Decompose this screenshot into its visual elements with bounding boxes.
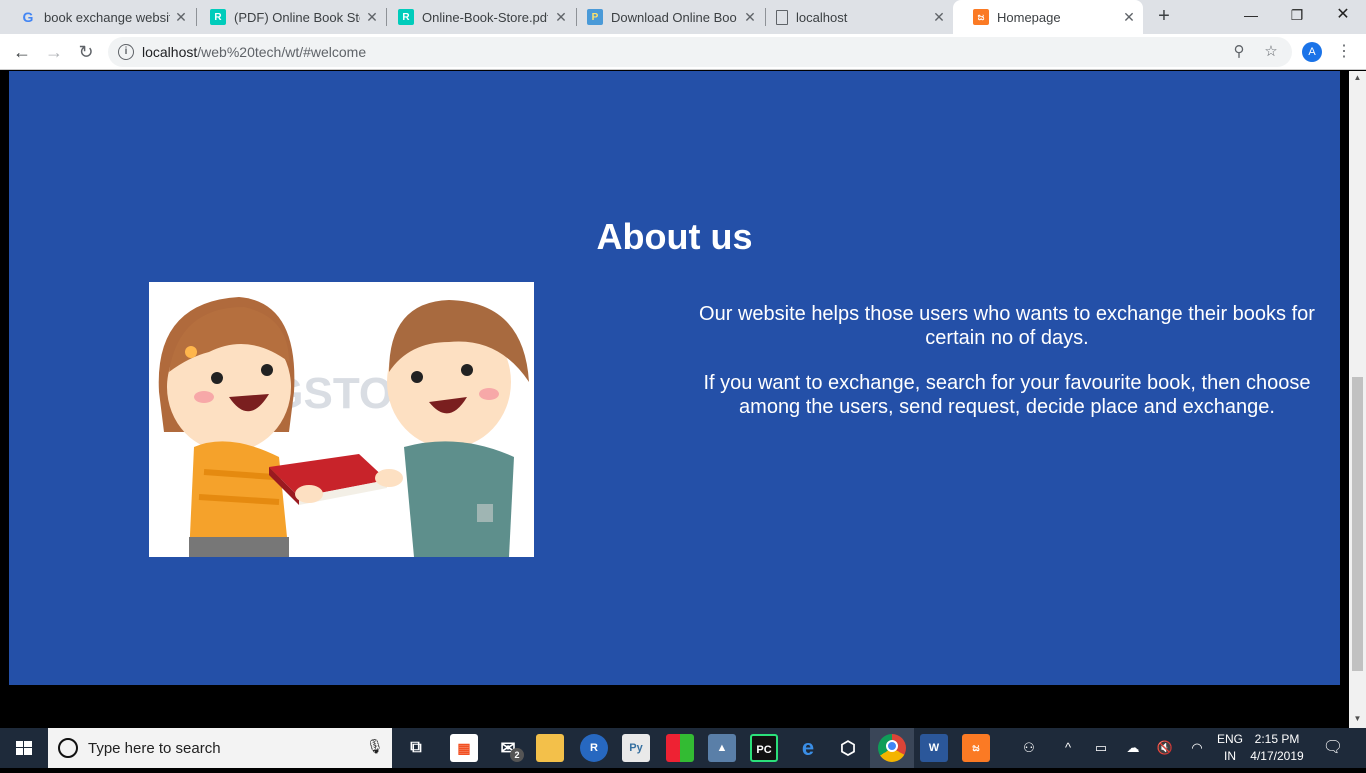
close-tab-icon[interactable]: ✕ [931,9,947,25]
new-tab-button[interactable]: + [1152,5,1176,29]
language-code: ENG [1216,732,1243,746]
bookmark-star-icon[interactable]: ☆ [1260,41,1282,63]
page-icon [776,9,788,25]
xampp-icon: ಜ [973,9,989,25]
clock-date: 4/17/2019 [1250,749,1304,763]
onedrive-icon[interactable]: ☁ [1122,728,1144,768]
region-code: IN [1224,749,1236,763]
task-view-icon[interactable]: ⧉ [402,734,430,762]
tab-title: (PDF) Online Book Store [234,9,360,25]
tiles-app-icon[interactable] [666,734,694,762]
projects-icon: P [587,9,603,25]
page-viewport: About us BIGSTOCK Our website helps thos… [0,71,1366,728]
taskbar-search-box[interactable]: Type here to search 🎙 [48,728,392,768]
wifi-icon[interactable]: ◠ [1186,728,1208,768]
people-icon[interactable]: ⚇ [1018,728,1040,768]
page-scrollbar[interactable]: ▲ ▼ [1349,71,1366,728]
researchgate-icon: R [398,9,414,25]
restore-button[interactable]: ❐ [1274,0,1320,30]
scroll-down-arrow-icon[interactable]: ▼ [1349,712,1366,726]
pycharm-icon[interactable]: PC [750,734,778,762]
address-bar[interactable]: i localhost/web%20tech/wt/#welcome ⚲ ☆ [108,37,1292,67]
about-paragraph-2: If you want to exchange, search for your… [703,372,1311,418]
photos-app-icon[interactable]: ▲ [708,734,736,762]
mail-icon[interactable]: ✉ 2 [494,734,524,762]
tab-book-exchange[interactable]: G book exchange website ✕ [0,0,195,34]
volume-muted-icon[interactable]: 🔇 [1154,728,1176,768]
tab-title: localhost [796,9,848,25]
chrome-menu-icon[interactable]: ⋮ [1334,40,1354,64]
tab-homepage[interactable]: ಜ Homepage ✕ [953,0,1143,34]
windows-taskbar: Type here to search 🎙 ⧉ ▦ ✉ 2 R Py ▲ PC e… [0,728,1366,768]
mail-badge: 2 [510,748,524,762]
scroll-up-arrow-icon[interactable]: ▲ [1349,71,1366,85]
browser-tab-strip: G book exchange website ✕ R (PDF) Online… [0,0,1366,34]
info-icon[interactable]: i [118,44,134,60]
close-window-button[interactable]: ✕ [1320,0,1366,30]
search-placeholder: Type here to search [88,740,221,757]
tab-pdf-online-book-store[interactable]: R (PDF) Online Book Store ✕ [190,0,386,34]
xampp-icon[interactable]: ಜ [962,734,990,762]
start-button[interactable] [0,728,48,768]
about-section: About us BIGSTOCK Our website helps thos… [9,71,1340,685]
back-button[interactable]: ← [8,38,36,66]
close-tab-icon[interactable]: ✕ [173,9,189,25]
battery-icon[interactable]: ▭ [1090,728,1112,768]
action-center-icon[interactable]: 🗨 [1320,728,1346,768]
scrollbar-thumb[interactable] [1352,377,1363,671]
tab-title: Download Online Book [611,9,737,25]
cortana-icon [58,738,78,758]
researchgate-icon: R [210,9,226,25]
profile-avatar[interactable]: A [1302,42,1322,62]
clock-time: 2:15 PM [1254,732,1300,746]
tab-localhost[interactable]: localhost ✕ [756,0,953,34]
zoom-icon[interactable]: ⚲ [1228,41,1250,63]
url-text: localhost/web%20tech/wt/#welcome [142,44,367,60]
tab-online-book-store-pdf[interactable]: R Online-Book-Store.pdf ✕ [378,0,575,34]
about-title: About us [596,216,753,257]
reload-button[interactable]: ↻ [72,38,100,66]
tab-download-online-book[interactable]: P Download Online Book ✕ [567,0,764,34]
word-icon[interactable]: W [920,734,948,762]
language-indicator[interactable]: ENG IN [1212,731,1248,765]
show-hidden-icons-icon[interactable]: ^ [1058,728,1078,768]
chrome-icon[interactable] [878,734,906,762]
forward-button[interactable]: → [40,38,68,66]
browser-toolbar: ← → ↻ i localhost/web%20tech/wt/#welcome… [0,34,1366,70]
windows-logo-icon [16,741,32,755]
google-icon: G [22,9,34,25]
python-file-icon[interactable]: Py [622,734,650,762]
book-exchange-illustration: BIGSTOCK [149,282,534,557]
about-paragraph-1: Our website helps those users who wants … [699,303,1315,349]
file-explorer-icon[interactable] [536,734,564,762]
minimize-button[interactable]: — [1228,0,1274,30]
r-language-icon[interactable]: R [580,734,608,762]
about-description: Our website helps those users who wants … [674,302,1340,440]
store-icon[interactable]: ▦ [450,734,478,762]
edge-icon[interactable]: e [794,734,822,762]
microphone-icon[interactable]: 🎙 [366,738,384,758]
virtualbox-icon[interactable]: ⬡ [834,734,862,762]
close-tab-icon[interactable]: ✕ [1121,9,1137,25]
tab-title: Homepage [997,9,1061,25]
tab-title: Online-Book-Store.pdf [422,9,548,25]
kids-exchanging-book-image: BIGSTOCK [149,282,534,557]
system-clock[interactable]: 2:15 PM 4/17/2019 [1244,731,1310,765]
tab-title: book exchange website [44,9,170,25]
